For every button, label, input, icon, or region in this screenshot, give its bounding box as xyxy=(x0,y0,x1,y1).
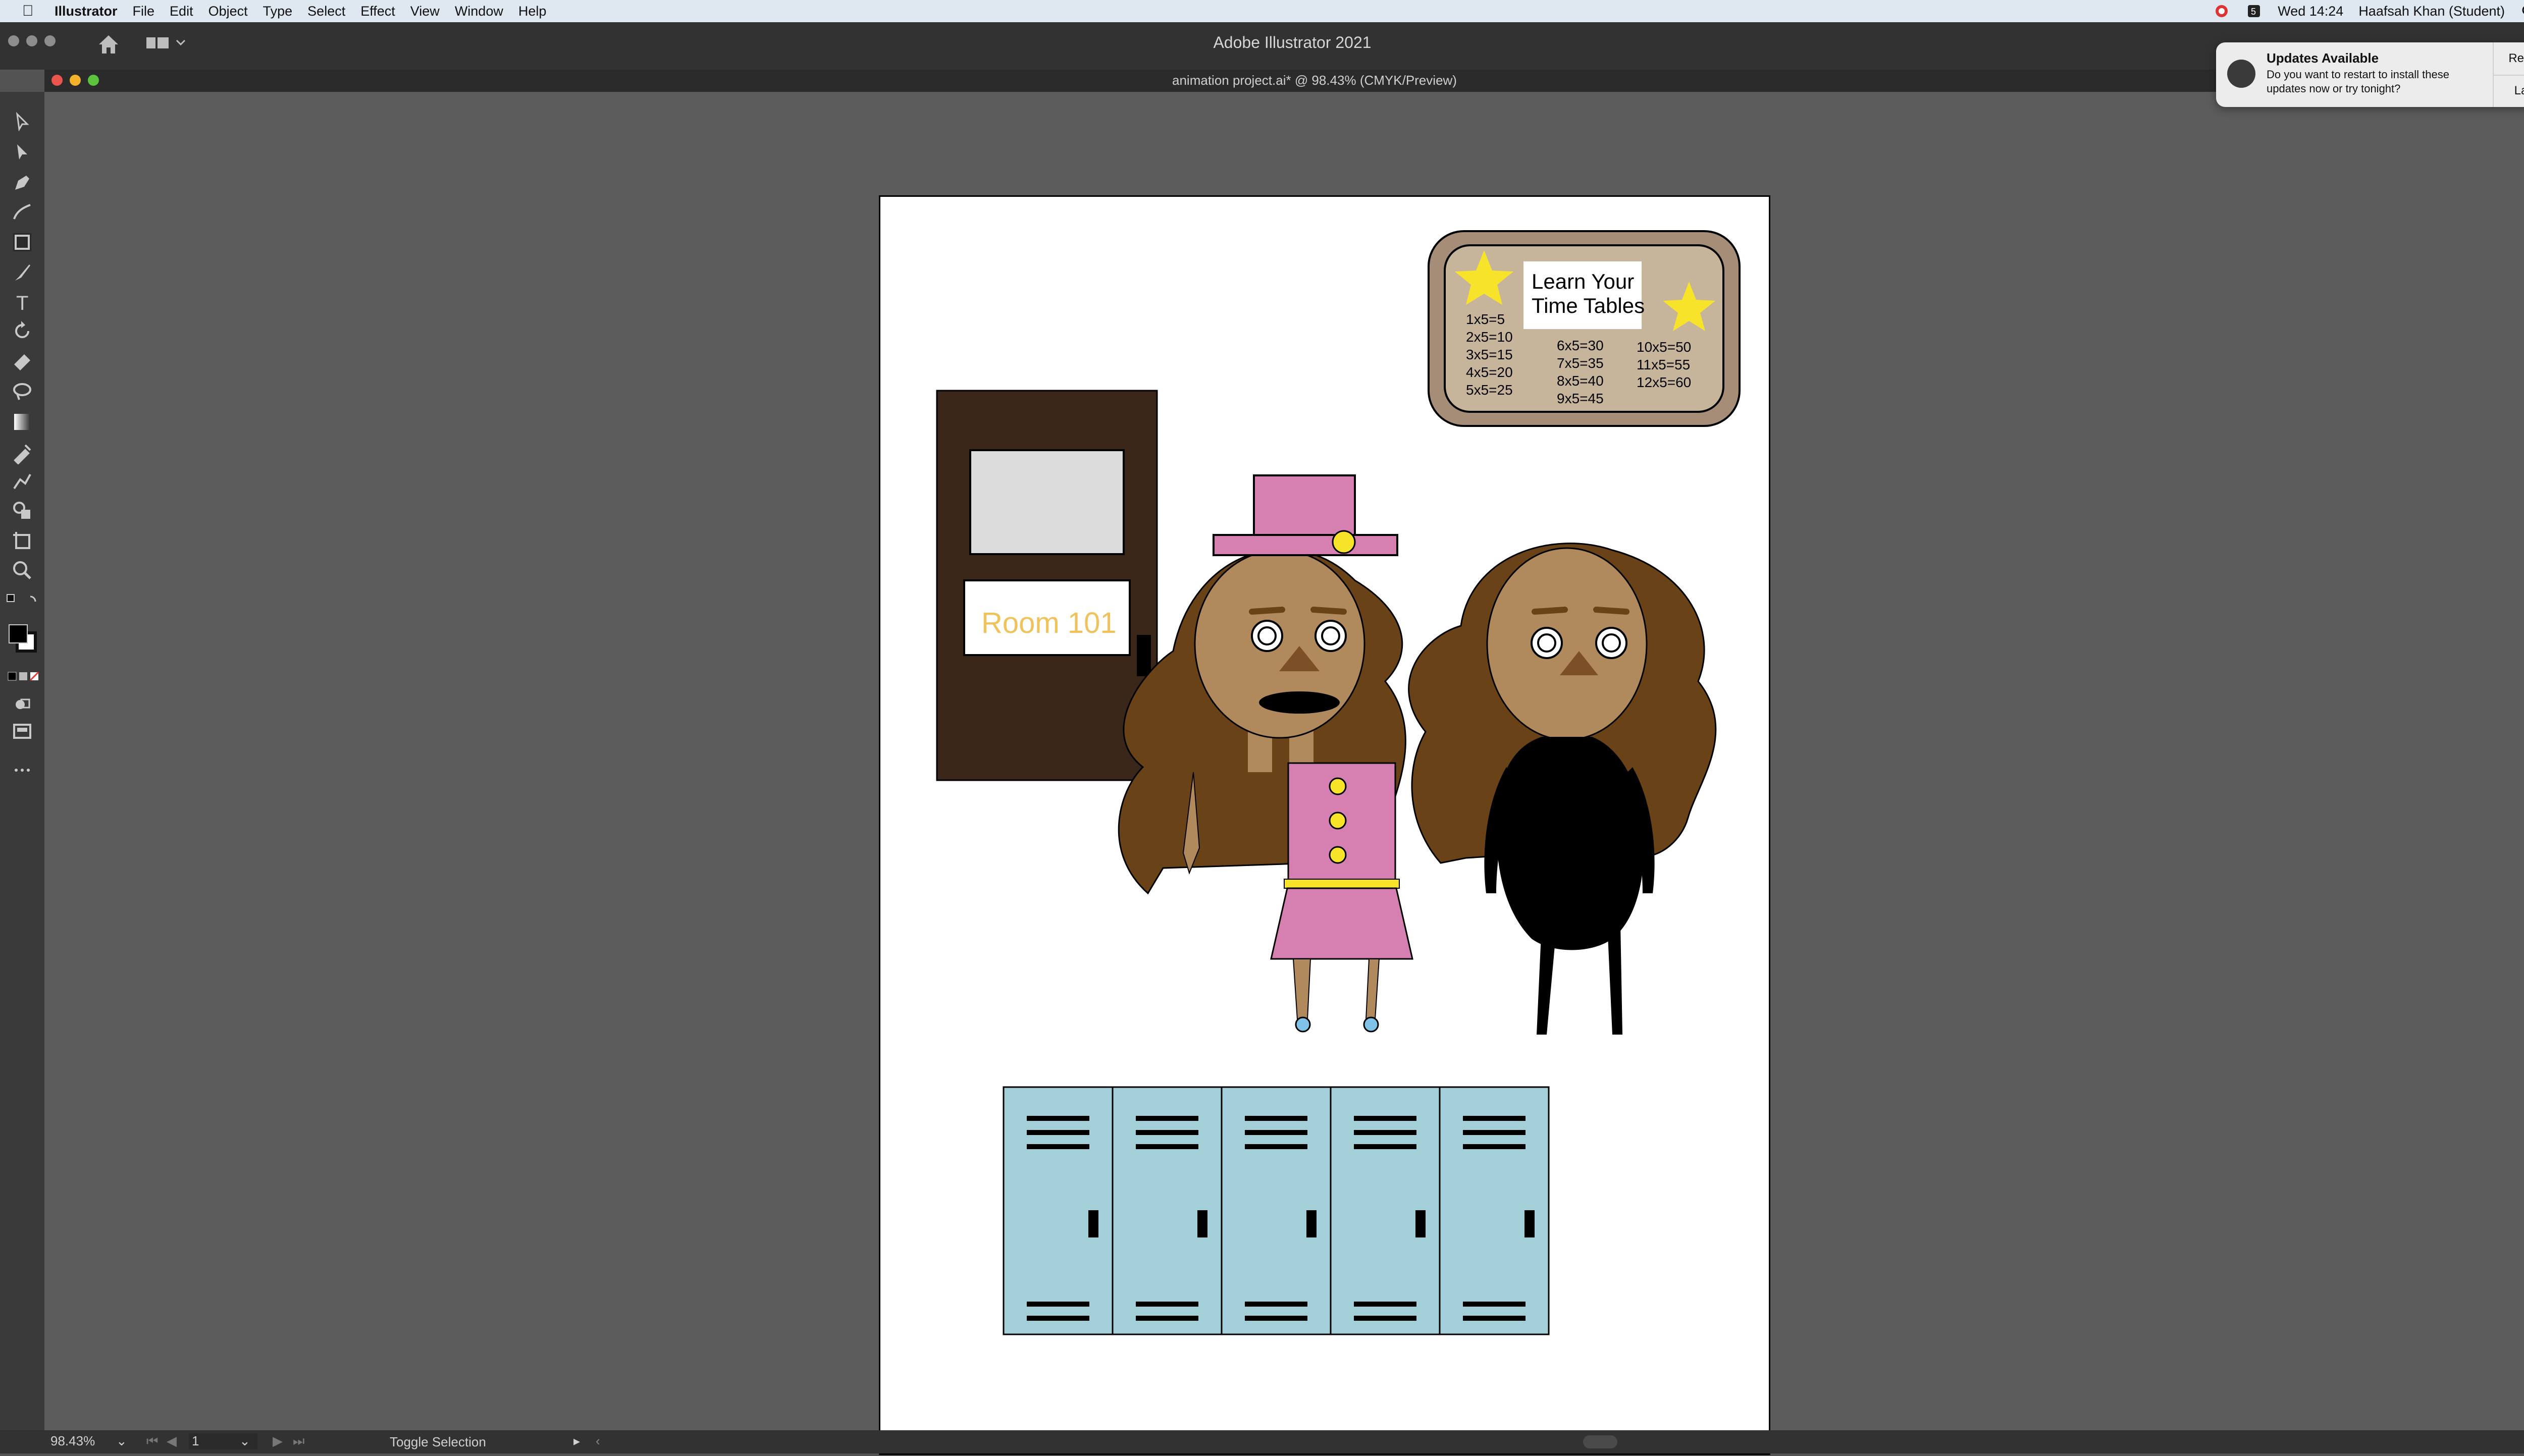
menu-bar:  Illustrator File Edit Object Type Sele… xyxy=(0,0,2524,22)
creative-cloud-icon[interactable] xyxy=(2213,4,2230,19)
menu-help[interactable]: Help xyxy=(518,4,547,19)
zoom-tool-icon[interactable] xyxy=(10,558,34,582)
pen-tool-icon[interactable] xyxy=(10,171,34,195)
times-entry: 11x5=55 xyxy=(1637,357,1690,372)
page-number[interactable]: 1 xyxy=(192,1433,199,1448)
zoom-field[interactable]: 98.43% ⌄ xyxy=(50,1433,131,1449)
times-entry: 1x5=5 xyxy=(1466,311,1505,327)
door-sign: Room 101 xyxy=(981,607,1117,639)
rectangle-tool-icon[interactable] xyxy=(10,230,34,254)
artboard-tool-icon[interactable] xyxy=(10,529,34,553)
five-badge-icon[interactable]: 5 xyxy=(2245,4,2263,19)
menu-edit[interactable]: Edit xyxy=(170,4,193,19)
times-entry: 5x5=25 xyxy=(1466,382,1513,398)
locker-handle xyxy=(1524,1210,1535,1237)
menu-window[interactable]: Window xyxy=(455,4,503,19)
blend-tool-icon[interactable] xyxy=(10,469,34,494)
times-entry: 6x5=30 xyxy=(1557,338,1604,353)
locker-handle xyxy=(1088,1210,1098,1237)
eyedropper-tool-icon[interactable] xyxy=(10,440,34,464)
first-page-icon[interactable]: ⏮ xyxy=(146,1433,158,1449)
eraser-tool-icon[interactable] xyxy=(10,349,34,373)
color-mode-icon[interactable] xyxy=(7,669,39,684)
restart-button[interactable]: Restart xyxy=(2494,42,2524,76)
locker-handle xyxy=(1415,1210,1426,1237)
notification-title: Updates Available xyxy=(2267,50,2379,66)
notification-body: Do you want to restart to install these … xyxy=(2267,68,2449,95)
selection-tool-icon[interactable] xyxy=(10,110,34,134)
document-tab[interactable]: animation project.ai* @ 98.43% (CMYK/Pre… xyxy=(44,70,2524,92)
user-name[interactable]: Haafsah Khan (Student) xyxy=(2358,4,2505,19)
times-entry: 4x5=20 xyxy=(1466,364,1513,380)
menu-object[interactable]: Object xyxy=(208,4,248,19)
screen-mode-icon[interactable] xyxy=(10,720,34,744)
last-page-icon[interactable]: ⏭ xyxy=(293,1433,304,1449)
shape-builder-tool-icon[interactable] xyxy=(10,499,34,523)
times-entry: 2x5=10 xyxy=(1466,329,1513,345)
times-entry: 12x5=60 xyxy=(1637,374,1691,390)
default-colors-icon[interactable] xyxy=(5,592,39,608)
locker-handle xyxy=(1197,1210,1207,1237)
menu-type[interactable]: Type xyxy=(263,4,293,19)
times-table-board[interactable]: Learn Your Time Tables 1x5=5 2x5=10 3x5=… xyxy=(1428,230,1741,427)
menu-app-name[interactable]: Illustrator xyxy=(55,4,118,19)
character-girl-black[interactable] xyxy=(1408,543,1717,1035)
update-notification[interactable]: Updates Available Do you want to restart… xyxy=(2216,42,2524,107)
paintbrush-tool-icon[interactable] xyxy=(10,260,34,285)
zoom-value[interactable]: 98.43% xyxy=(50,1433,95,1448)
status-menu-arrow-icon[interactable]: ▸ xyxy=(573,1433,580,1449)
search-icon[interactable] xyxy=(2520,4,2524,19)
tools-panel: T xyxy=(0,92,45,1430)
chevron-down-icon[interactable]: ⌄ xyxy=(116,1433,127,1449)
menu-select[interactable]: Select xyxy=(307,4,345,19)
later-button[interactable]: Later xyxy=(2494,75,2524,107)
lockers[interactable] xyxy=(1003,1086,1550,1335)
fill-stroke-swatch[interactable] xyxy=(7,623,39,655)
artboard-artwork[interactable]: Learn Your Time Tables 1x5=5 2x5=10 3x5=… xyxy=(880,197,1769,1453)
times-entry: 3x5=15 xyxy=(1466,347,1513,362)
status-bar: 98.43% ⌄ ⏮ ◀ 1 ⌄ ▶ ⏭ Toggle Selection ▸ … xyxy=(0,1430,2524,1453)
more-tools-icon[interactable] xyxy=(10,758,34,782)
times-entry: 9x5=45 xyxy=(1557,391,1604,406)
system-preferences-icon xyxy=(2227,60,2255,88)
board-title-line2: Time Tables xyxy=(1532,294,1645,317)
document-title: animation project.ai* @ 98.43% (CMYK/Pre… xyxy=(1172,73,1457,88)
times-entry: 10x5=50 xyxy=(1637,339,1691,355)
menu-file[interactable]: File xyxy=(133,4,155,19)
board-title-line1: Learn Your xyxy=(1532,269,1634,293)
status-collapse-icon[interactable]: ‹ xyxy=(596,1433,600,1449)
rotate-tool-icon[interactable] xyxy=(10,319,34,343)
locker-handle xyxy=(1306,1210,1317,1237)
artboard[interactable]: Learn Your Time Tables 1x5=5 2x5=10 3x5=… xyxy=(879,195,1770,1455)
app-title: Adobe Illustrator 2021 xyxy=(1213,33,1372,51)
door-handle xyxy=(1137,635,1151,676)
svg-text:5: 5 xyxy=(2251,7,2256,17)
apple-icon[interactable]:  xyxy=(22,3,37,20)
chevron-down-icon[interactable]: ⌄ xyxy=(239,1433,250,1449)
type-tool-icon[interactable]: T xyxy=(10,290,34,314)
draw-mode-icon[interactable] xyxy=(10,692,34,717)
page-number-field[interactable]: 1 ⌄ xyxy=(189,1433,257,1449)
app-header: Adobe Illustrator 2021 xyxy=(0,22,2524,70)
clock[interactable]: Wed 14:24 xyxy=(2278,4,2343,19)
svg-text:T: T xyxy=(16,292,28,314)
prev-page-icon[interactable]: ◀ xyxy=(167,1433,177,1449)
menu-effect[interactable]: Effect xyxy=(360,4,395,19)
gradient-tool-icon[interactable] xyxy=(10,410,34,434)
character-girl-pink[interactable] xyxy=(1118,474,1413,1033)
curvature-tool-icon[interactable] xyxy=(10,200,34,224)
status-label: Toggle Selection xyxy=(390,1434,486,1449)
next-page-icon[interactable]: ▶ xyxy=(273,1433,283,1449)
pasteboard[interactable]: Learn Your Time Tables 1x5=5 2x5=10 3x5=… xyxy=(44,92,2524,1455)
lasso-tool-icon[interactable] xyxy=(10,380,34,404)
direct-selection-tool-icon[interactable] xyxy=(10,140,34,165)
scrollbar-thumb[interactable] xyxy=(1583,1435,1617,1448)
times-entry: 8x5=40 xyxy=(1557,373,1604,389)
times-entry: 7x5=35 xyxy=(1557,355,1604,371)
menu-view[interactable]: View xyxy=(410,4,440,19)
